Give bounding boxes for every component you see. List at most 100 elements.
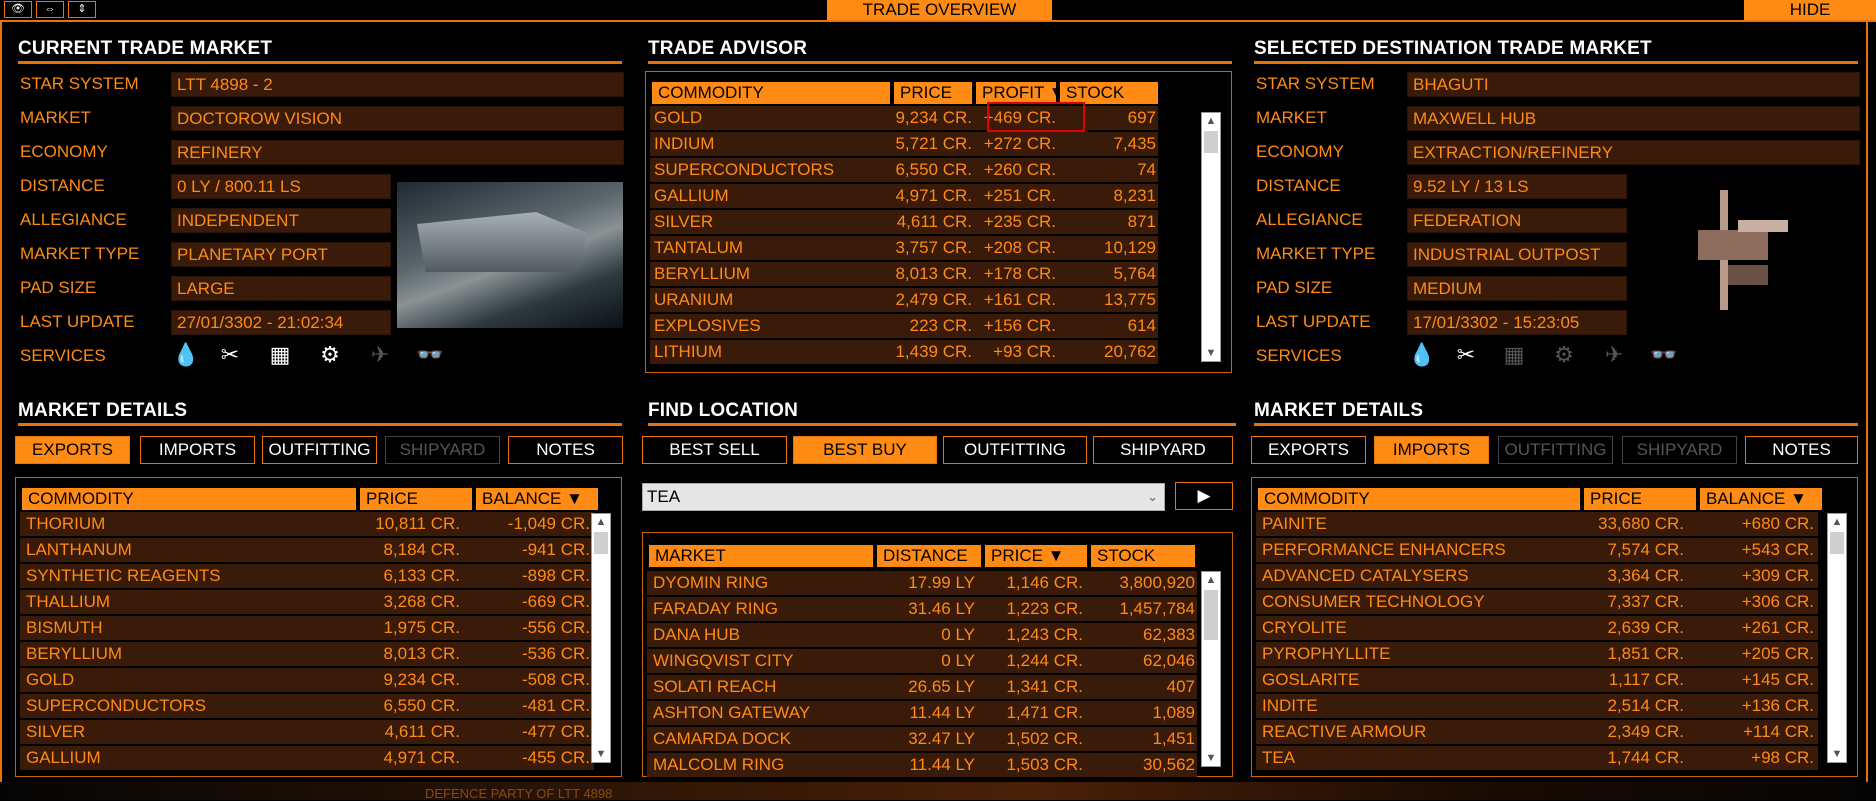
table-row[interactable]: CONSUMER TECHNOLOGY 7,337 CR. +306 CR. [1256, 590, 1818, 614]
advisor-header-profit[interactable]: PROFIT ▼ [976, 82, 1066, 104]
details_right-tab-shipyard[interactable]: SHIPYARD [1622, 436, 1737, 464]
right-cell-commodity: ADVANCED CATALYSERS [1262, 566, 1469, 585]
table-row[interactable]: URANIUM 2,479 CR. +161 CR. 13,775 [650, 288, 1158, 312]
right-header-price[interactable]: PRICE [1584, 488, 1696, 510]
table-row[interactable]: GALLIUM 4,971 CR. +251 CR. 8,231 [650, 184, 1158, 208]
details_left-tab-shipyard[interactable]: SHIPYARD [385, 436, 500, 464]
details_right-tab-notes[interactable]: NOTES [1745, 436, 1858, 464]
table-row[interactable]: GOSLARITE 1,117 CR. +145 CR. [1256, 668, 1818, 692]
table-row[interactable]: TANTALUM 3,757 CR. +208 CR. 10,129 [650, 236, 1158, 260]
table-row[interactable]: THORIUM 10,811 CR. -1,049 CR. [20, 512, 594, 536]
left-cell-price: 6,133 CR. [383, 566, 460, 585]
left-header-balance[interactable]: BALANCE ▼ [476, 488, 598, 510]
table-row[interactable]: THALLIUM 3,268 CR. -669 CR. [20, 590, 594, 614]
details_left-tab-exports[interactable]: EXPORTS [15, 436, 130, 464]
table-row[interactable]: FARADAY RING 31.46 LY 1,223 CR. 1,457,784 [647, 597, 1197, 621]
right-cell-commodity: PYROPHYLLITE [1262, 644, 1391, 663]
table-row[interactable]: INDITE 2,514 CR. +136 CR. [1256, 694, 1818, 718]
scroll-up-icon[interactable]: ▲ [1202, 113, 1220, 129]
scroll-down-icon[interactable]: ▼ [1202, 345, 1220, 361]
table-row[interactable]: SOLATI REACH 26.65 LY 1,341 CR. 407 [647, 675, 1197, 699]
right-header-commodity[interactable]: COMMODITY [1258, 488, 1580, 510]
selected-market-title: SELECTED DESTINATION TRADE MARKET [1254, 38, 1858, 64]
find-tab-shipyard[interactable]: SHIPYARD [1093, 436, 1233, 464]
table-row[interactable]: WINGQVIST CITY 0 LY 1,244 CR. 62,046 [647, 649, 1197, 673]
left-header-price[interactable]: PRICE [360, 488, 472, 510]
table-row[interactable]: LITHIUM 1,439 CR. +93 CR. 20,762 [650, 340, 1158, 364]
table-row[interactable]: SILVER 4,611 CR. -477 CR. [20, 720, 594, 744]
current-field-label-0: STAR SYSTEM [20, 74, 139, 93]
right-cell-balance: +680 CR. [1741, 514, 1814, 533]
details_right-tab-exports[interactable]: EXPORTS [1251, 436, 1366, 464]
commodity-dropdown[interactable]: TEA ⌄ [642, 483, 1165, 511]
table-row[interactable]: GOLD 9,234 CR. -508 CR. [20, 668, 594, 692]
table-row[interactable]: MALCOLM RING 11.44 LY 1,503 CR. 30,562 [647, 753, 1197, 777]
scroll-down-icon[interactable]: ▼ [592, 746, 610, 762]
advisor-header-price[interactable]: PRICE [894, 82, 972, 104]
right-header-balance[interactable]: BALANCE ▼ [1700, 488, 1822, 510]
find-tab-outfitting[interactable]: OUTFITTING [943, 436, 1087, 464]
table-row[interactable]: PERFORMANCE ENHANCERS 7,574 CR. +543 CR. [1256, 538, 1818, 562]
trade-overview-tab[interactable]: TRADE OVERVIEW [827, 0, 1052, 20]
find-header-distance[interactable]: DISTANCE [877, 545, 981, 567]
hide-button[interactable]: HIDE [1744, 0, 1876, 20]
scroll-up-icon[interactable]: ▲ [1828, 514, 1846, 530]
left-scrollbar[interactable]: ▲ ▼ [591, 513, 611, 763]
table-row[interactable]: SUPERCONDUCTORS 6,550 CR. +260 CR. 74 [650, 158, 1158, 182]
table-row[interactable]: PYROPHYLLITE 1,851 CR. +205 CR. [1256, 642, 1818, 666]
left-cell-price: 6,550 CR. [383, 696, 460, 715]
details_left-tab-outfitting[interactable]: OUTFITTING [262, 436, 377, 464]
table-row[interactable]: TEA 1,744 CR. +98 CR. [1256, 746, 1818, 770]
table-row[interactable]: DANA HUB 0 LY 1,243 CR. 62,383 [647, 623, 1197, 647]
table-row[interactable]: SILVER 4,611 CR. +235 CR. 871 [650, 210, 1158, 234]
scroll-up-icon[interactable]: ▲ [1202, 572, 1220, 588]
find-header-market[interactable]: MARKET [649, 545, 873, 567]
scroll-down-icon[interactable]: ▼ [1202, 750, 1220, 766]
table-row[interactable]: EXPLOSIVES 223 CR. +156 CR. 614 [650, 314, 1158, 338]
table-row[interactable]: BISMUTH 1,975 CR. -556 CR. [20, 616, 594, 640]
right-cell-price: 1,744 CR. [1607, 748, 1684, 767]
table-row[interactable]: SYNTHETIC REAGENTS 6,133 CR. -898 CR. [20, 564, 594, 588]
expand-horizontal-icon[interactable]: ⇔ [36, 1, 64, 18]
table-row[interactable]: INDIUM 5,721 CR. +272 CR. 7,435 [650, 132, 1158, 156]
expand-vertical-icon[interactable]: ⇕ [68, 1, 96, 18]
table-row[interactable]: ASHTON GATEWAY 11.44 LY 1,471 CR. 1,089 [647, 701, 1197, 725]
right-cell-commodity: PAINITE [1262, 514, 1327, 533]
scroll-up-icon[interactable]: ▲ [592, 514, 610, 530]
find-cell-distance: 26.65 LY [908, 677, 975, 696]
find-cell-market: MALCOLM RING [653, 755, 785, 774]
station-image [397, 182, 623, 328]
table-row[interactable]: ADVANCED CATALYSERS 3,364 CR. +309 CR. [1256, 564, 1818, 588]
table-row[interactable]: CRYOLITE 2,639 CR. +261 CR. [1256, 616, 1818, 640]
find-tab-best-sell[interactable]: BEST SELL [642, 436, 787, 464]
left-header-commodity[interactable]: COMMODITY [22, 488, 356, 510]
details_right-tab-imports[interactable]: IMPORTS [1374, 436, 1489, 464]
right-scrollbar[interactable]: ▲ ▼ [1827, 513, 1847, 763]
details_left-tab-notes[interactable]: NOTES [508, 436, 623, 464]
find-tab-best-buy[interactable]: BEST BUY [793, 436, 937, 464]
search-go-button[interactable]: ▶ [1175, 482, 1233, 510]
details_left-tab-imports[interactable]: IMPORTS [140, 436, 255, 464]
table-row[interactable]: REACTIVE ARMOUR 2,349 CR. +114 CR. [1256, 720, 1818, 744]
table-row[interactable]: PAINITE 33,680 CR. +680 CR. [1256, 512, 1818, 536]
table-row[interactable]: BERYLLIUM 8,013 CR. +178 CR. 5,764 [650, 262, 1158, 286]
current-field-value-0: LTT 4898 - 2 [171, 72, 624, 97]
advisor-header-stock[interactable]: STOCK [1060, 82, 1158, 104]
find-header-price[interactable]: PRICE ▼ [985, 545, 1087, 567]
details_right-tab-outfitting[interactable]: OUTFITTING [1498, 436, 1613, 464]
table-row[interactable]: CAMARDA DOCK 32.47 LY 1,502 CR. 1,451 [647, 727, 1197, 751]
table-row[interactable]: SUPERCONDUCTORS 6,550 CR. -481 CR. [20, 694, 594, 718]
find-header-stock[interactable]: STOCK [1091, 545, 1195, 567]
advisor-cell-price: 6,550 CR. [895, 160, 972, 179]
advisor-scrollbar[interactable]: ▲ ▼ [1201, 112, 1221, 362]
table-row[interactable]: BERYLLIUM 8,013 CR. -536 CR. [20, 642, 594, 666]
scroll-down-icon[interactable]: ▼ [1828, 746, 1846, 762]
table-row[interactable]: GALLIUM 4,971 CR. -455 CR. [20, 746, 594, 770]
advisor-header-commodity[interactable]: COMMODITY [652, 82, 890, 104]
find-scrollbar[interactable]: ▲ ▼ [1201, 571, 1221, 767]
eye-icon[interactable]: 👁 [4, 1, 32, 18]
selected-field-label-3: DISTANCE [1256, 176, 1341, 195]
table-row[interactable]: DYOMIN RING 17.99 LY 1,146 CR. 3,800,920 [647, 571, 1197, 595]
left-cell-commodity: THORIUM [26, 514, 106, 533]
table-row[interactable]: LANTHANUM 8,184 CR. -941 CR. [20, 538, 594, 562]
